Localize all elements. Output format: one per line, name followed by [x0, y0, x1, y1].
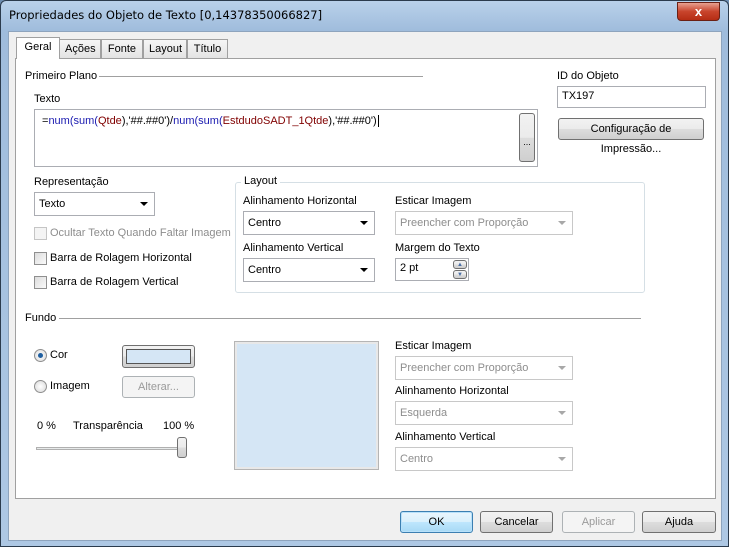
- v-align-value: Centro: [248, 264, 282, 276]
- chevron-down-icon: [140, 202, 148, 206]
- hscroll-label: Barra de Rolagem Horizontal: [50, 252, 192, 264]
- bg-stretch-value: Preencher com Proporção: [400, 362, 529, 374]
- hide-text-label: Ocultar Texto Quando Faltar Imagem: [50, 227, 231, 239]
- margin-label: Margem do Texto: [395, 242, 480, 254]
- transparency-min: 0 %: [37, 420, 56, 432]
- chevron-down-icon: [558, 457, 566, 461]
- object-id-label: ID do Objeto: [557, 70, 619, 82]
- h-align-select[interactable]: Centro: [243, 211, 375, 235]
- h-align-value: Centro: [248, 217, 282, 229]
- stretch-label: Esticar Imagem: [395, 195, 472, 207]
- chevron-down-icon: [558, 221, 566, 225]
- expression-token: sum(: [73, 115, 98, 127]
- bg-v-align-value: Centro: [400, 453, 434, 465]
- divider: [59, 318, 641, 319]
- color-swatch: [126, 349, 191, 364]
- section-foreground: Primeiro Plano: [25, 70, 98, 82]
- vscroll-checkbox[interactable]: [34, 276, 47, 289]
- layout-group-title: Layout: [241, 175, 281, 187]
- print-settings-button[interactable]: Configuração de Impressão...: [558, 118, 704, 155]
- ok-button[interactable]: OK: [400, 511, 473, 533]
- bg-h-align-select[interactable]: Esquerda: [395, 401, 573, 425]
- v-align-select[interactable]: Centro: [243, 258, 375, 282]
- bg-v-align-label: Alinhamento Vertical: [395, 431, 496, 443]
- expression-token: ),'##.##0')/: [121, 115, 174, 127]
- help-button[interactable]: Ajuda: [642, 511, 716, 533]
- chevron-down-icon: [558, 366, 566, 370]
- transparency-slider-thumb[interactable]: [177, 437, 187, 458]
- image-radio[interactable]: [34, 380, 47, 393]
- apply-button[interactable]: Aplicar: [562, 511, 635, 533]
- bg-stretch-label: Esticar Imagem: [395, 340, 472, 352]
- color-radio[interactable]: [34, 349, 47, 362]
- window-title: Propriedades do Objeto de Texto [0,14378…: [9, 8, 323, 22]
- transparency-slider-track[interactable]: [36, 447, 186, 450]
- tab-fonte[interactable]: Fonte: [101, 39, 143, 59]
- h-align-label: Alinhamento Horizontal: [243, 195, 357, 207]
- close-button[interactable]: x: [677, 2, 720, 21]
- expression-token: num(: [48, 115, 74, 127]
- stretch-value: Preencher com Proporção: [400, 217, 529, 229]
- transparency-max: 100 %: [163, 420, 195, 432]
- hscroll-checkbox[interactable]: [34, 252, 47, 265]
- representation-select[interactable]: Texto: [34, 192, 155, 216]
- background-preview: [234, 341, 379, 470]
- spin-up-icon[interactable]: ▲: [453, 260, 467, 269]
- spin-down-icon[interactable]: ▼: [453, 270, 467, 279]
- tab-layout[interactable]: Layout: [143, 39, 187, 59]
- color-picker-button[interactable]: [122, 345, 195, 368]
- bg-stretch-select[interactable]: Preencher com Proporção: [395, 356, 573, 380]
- tab-titulo[interactable]: Título: [187, 39, 228, 59]
- representation-value: Texto: [39, 198, 66, 210]
- hide-text-checkbox[interactable]: [34, 227, 47, 240]
- expression-token: ),'##.##0'): [328, 115, 377, 127]
- divider: [99, 76, 423, 77]
- object-id-input[interactable]: TX197: [557, 86, 706, 108]
- section-background: Fundo: [25, 312, 57, 324]
- expression-token: EstdudoSADT_1Qtde: [222, 115, 329, 127]
- expression-textarea[interactable]: =num(sum(Qtde),'##.##0')/num(sum(Estdudo…: [34, 109, 538, 167]
- text-label: Texto: [34, 93, 61, 105]
- chevron-down-icon: [360, 221, 368, 225]
- dialog-window: Propriedades do Objeto de Texto [0,14378…: [0, 0, 729, 547]
- color-label: Cor: [50, 349, 68, 361]
- change-image-button[interactable]: Alterar...: [122, 376, 195, 398]
- v-align-label: Alinhamento Vertical: [243, 242, 344, 254]
- tab-acoes[interactable]: Ações: [59, 39, 101, 59]
- representation-label: Representação: [34, 176, 109, 188]
- bg-h-align-value: Esquerda: [400, 407, 448, 419]
- transparency-label: Transparência: [73, 420, 143, 432]
- tab-geral[interactable]: Geral: [16, 37, 60, 59]
- chevron-down-icon: [558, 411, 566, 415]
- chevron-down-icon: [360, 268, 368, 272]
- margin-value: 2 pt: [400, 262, 419, 274]
- bg-v-align-select[interactable]: Centro: [395, 447, 573, 471]
- stretch-select[interactable]: Preencher com Proporção: [395, 211, 573, 235]
- expression-token: sum(: [198, 115, 223, 127]
- vscroll-label: Barra de Rolagem Vertical: [50, 276, 179, 288]
- bg-h-align-label: Alinhamento Horizontal: [395, 385, 509, 397]
- cancel-button[interactable]: Cancelar: [480, 511, 553, 533]
- expression-token: Qtde: [97, 115, 122, 127]
- expression-editor-button[interactable]: ...: [519, 113, 535, 162]
- image-label: Imagem: [50, 380, 90, 392]
- expression-token: num(: [173, 115, 199, 127]
